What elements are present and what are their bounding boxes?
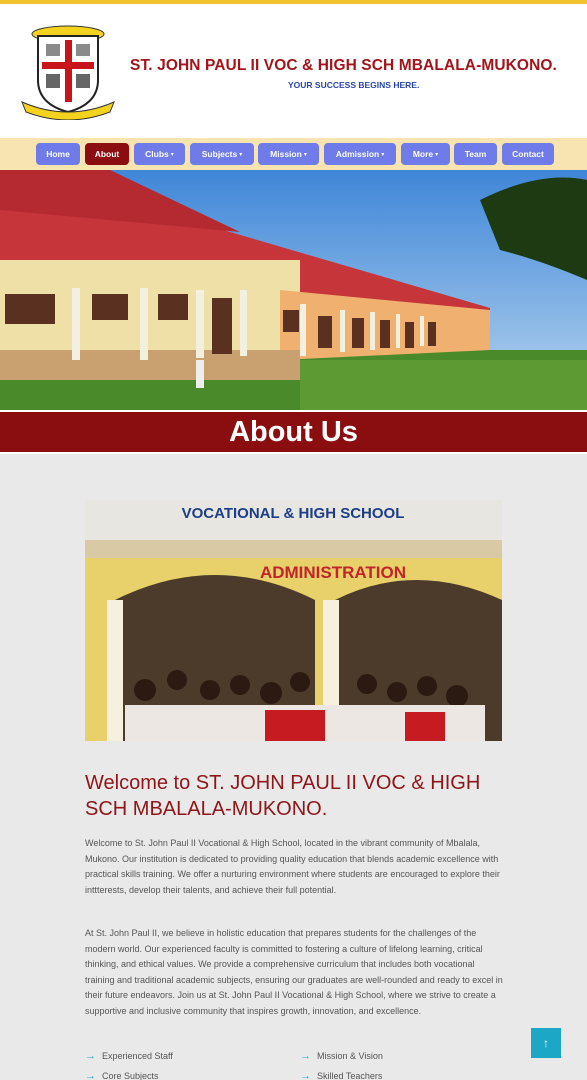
school-tagline: YOUR SUCCESS BEGINS HERE. [288, 80, 420, 90]
feature-label: Mission & Vision [317, 1051, 383, 1061]
nav-team-label: Team [464, 149, 487, 159]
nav-about[interactable]: About [85, 143, 129, 165]
nav-clubs-label: Clubs [145, 149, 169, 159]
nav-clubs[interactable]: Clubs ▾ [134, 143, 185, 165]
about-us-banner: About Us [0, 410, 587, 454]
arrow-right-icon: → [300, 1050, 311, 1062]
nav-team[interactable]: Team [454, 143, 497, 165]
hero-school-building-image [0, 170, 587, 410]
feature-label: Experienced Staff [102, 1051, 173, 1061]
nav-contact-label: Contact [512, 149, 544, 159]
nav-admission[interactable]: Admission ▾ [324, 143, 396, 165]
chevron-down-icon: ▾ [239, 151, 243, 158]
feature-item: → Skilled Teachers [300, 1070, 382, 1080]
chevron-down-icon: ▾ [170, 151, 174, 158]
nav-admission-label: Admission [335, 149, 380, 159]
main-navbar: Home About Clubs ▾ Subjects ▾ Mission ▾ Adm… [0, 138, 587, 170]
feature-item: → Experienced Staff [85, 1050, 173, 1062]
nav-subjects-label: Subjects [201, 149, 238, 159]
scroll-to-top-button[interactable]: ↑ [531, 1028, 561, 1058]
philosophy-paragraph: At St. John Paul II, we believe in holis… [85, 928, 503, 1016]
nav-subjects[interactable]: Subjects ▾ [190, 143, 254, 165]
nav-about-label: About [94, 149, 120, 159]
arrow-right-icon: → [85, 1050, 96, 1062]
nav-home[interactable]: Home [36, 143, 80, 165]
school-crest-icon[interactable] [18, 22, 118, 121]
arrow-up-icon: ↑ [543, 1036, 549, 1050]
nav-contact[interactable]: Contact [502, 143, 554, 165]
welcome-paragraph: Welcome to St. John Paul II Vocational &… [85, 838, 500, 895]
feature-label: Skilled Teachers [317, 1071, 383, 1080]
nav-mission-label: Mission [270, 149, 302, 159]
arrow-right-icon: → [85, 1070, 96, 1080]
school-name: ST. JOHN PAUL II VOC & HIGH SCH MBALALA-… [130, 57, 557, 74]
sign-vocational-text: VOCATIONAL & HIGH SCHOOL [182, 505, 405, 522]
welcome-heading: Welcome to ST. JOHN PAUL II VOC & HIGH S… [85, 772, 481, 820]
feature-item: → Core Subjects [85, 1070, 159, 1080]
chevron-down-icon: ▾ [303, 151, 307, 158]
chevron-down-icon: ▾ [381, 151, 385, 158]
chevron-down-icon: ▾ [435, 151, 439, 158]
feature-item: → Mission & Vision [300, 1050, 383, 1062]
about-us-title: About Us [229, 415, 358, 448]
nav-mission[interactable]: Mission ▾ [258, 143, 319, 165]
arrow-right-icon: → [300, 1070, 311, 1080]
site-header: ST. JOHN PAUL II VOC & HIGH SCH MBALALA-… [0, 4, 587, 138]
nav-more-label: More [412, 149, 434, 159]
nav-more[interactable]: More ▾ [401, 143, 450, 165]
feature-label: Core Subjects [102, 1071, 159, 1080]
administration-block-photo: VOCATIONAL & HIGH SCHOOL ADMINISTRATION [85, 500, 502, 741]
sign-administration-text: ADMINISTRATION [260, 563, 406, 582]
nav-home-label: Home [46, 149, 70, 159]
